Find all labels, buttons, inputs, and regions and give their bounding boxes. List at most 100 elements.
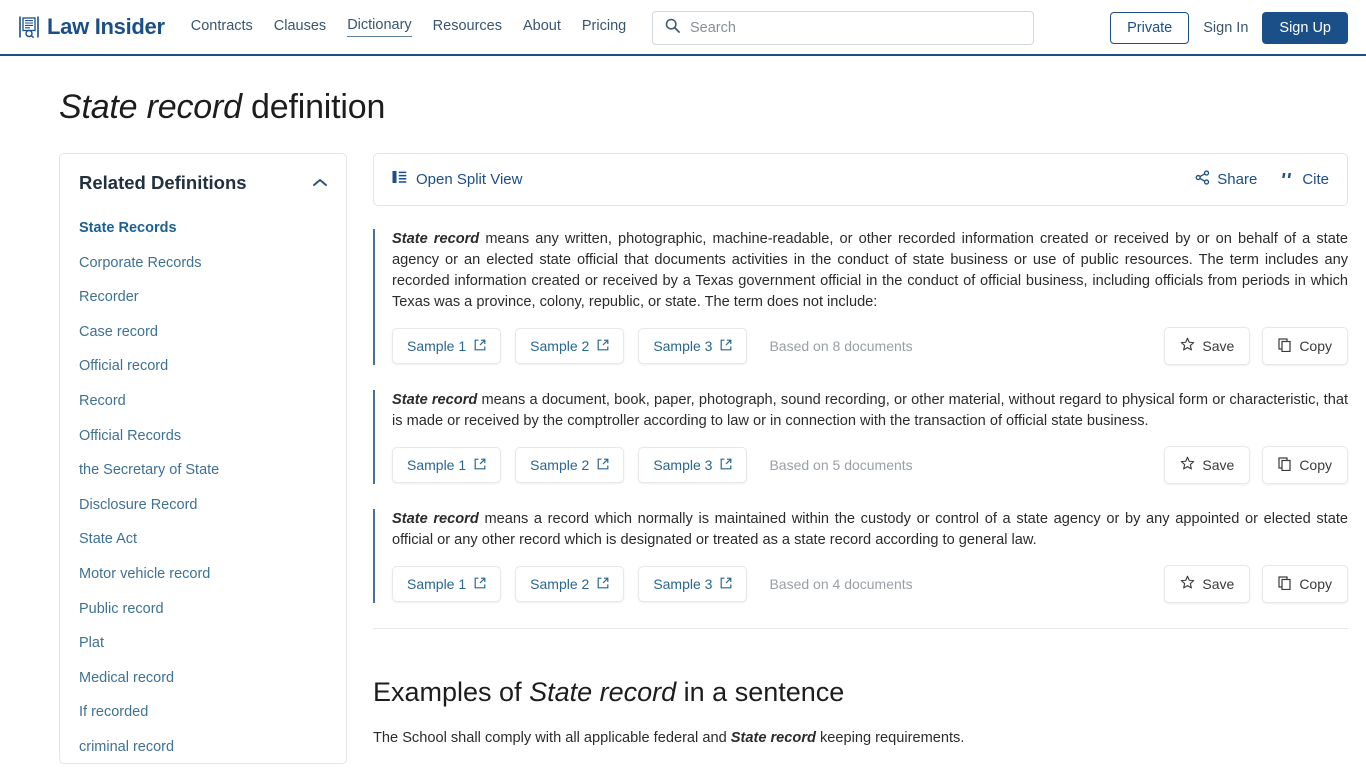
- examples-heading-prefix: Examples of: [373, 677, 530, 707]
- sample-label: Sample 2: [530, 576, 590, 592]
- share-icon: [1195, 169, 1210, 190]
- logo-text: Law Insider: [47, 14, 165, 39]
- external-link-icon: [474, 457, 486, 473]
- open-split-view-button[interactable]: Open Split View: [392, 170, 522, 190]
- nav-item-clauses[interactable]: Clauses: [274, 18, 326, 37]
- sidebar-item-secretary-of-state[interactable]: the Secretary of State: [60, 453, 346, 488]
- definition-body: means any written, photographic, machine…: [392, 231, 1348, 310]
- definition-actions: Sample 1 Sample 2 Sample 3 Based on 4 do…: [392, 565, 1348, 603]
- private-button[interactable]: Private: [1110, 12, 1190, 44]
- sample-3-button[interactable]: Sample 3: [638, 328, 748, 364]
- example-suffix: keeping requirements.: [815, 730, 965, 746]
- save-button[interactable]: Save: [1164, 327, 1251, 365]
- open-split-view-label: Open Split View: [416, 171, 523, 188]
- sidebar-item-recorder[interactable]: Recorder: [60, 280, 346, 315]
- sample-label: Sample 2: [530, 457, 590, 473]
- cite-button[interactable]: Cite: [1281, 170, 1329, 189]
- sample-1-button[interactable]: Sample 1: [392, 328, 502, 364]
- page-layout: Related Definitions State Records Corpor…: [0, 127, 1366, 764]
- examples-heading-term: State record: [529, 677, 677, 707]
- definition-term: State record: [392, 392, 478, 408]
- copy-button[interactable]: Copy: [1262, 565, 1348, 603]
- sidebar-item-state-act[interactable]: State Act: [60, 522, 346, 557]
- nav-item-about[interactable]: About: [523, 18, 561, 37]
- related-definitions-header[interactable]: Related Definitions: [60, 172, 346, 194]
- sample-links: Sample 1 Sample 2 Sample 3: [392, 328, 748, 364]
- nav-item-resources[interactable]: Resources: [433, 18, 502, 37]
- toolbar-actions: Share Cite: [1195, 169, 1329, 190]
- sample-label: Sample 3: [653, 576, 713, 592]
- definition-term: State record: [392, 511, 479, 527]
- star-icon: [1180, 337, 1195, 355]
- split-view-icon: [392, 170, 407, 190]
- star-icon: [1180, 456, 1195, 474]
- definition-toolbar: Open Split View Share Cite: [373, 153, 1348, 206]
- sample-2-button[interactable]: Sample 2: [515, 447, 625, 483]
- sample-label: Sample 1: [407, 338, 467, 354]
- example-prefix: The School shall comply with all applica…: [373, 730, 731, 746]
- star-icon: [1180, 575, 1195, 593]
- copy-label: Copy: [1299, 338, 1332, 354]
- definition-text: State record means a record which normal…: [392, 509, 1348, 551]
- sidebar-item-public-record[interactable]: Public record: [60, 592, 346, 627]
- save-button[interactable]: Save: [1164, 565, 1251, 603]
- copy-icon: [1278, 456, 1292, 474]
- examples-heading-suffix: in a sentence: [676, 677, 845, 707]
- sample-3-button[interactable]: Sample 3: [638, 447, 748, 483]
- copy-button[interactable]: Copy: [1262, 446, 1348, 484]
- related-definitions-title: Related Definitions: [79, 172, 247, 193]
- sidebar-item-official-records[interactable]: Official Records: [60, 419, 346, 454]
- save-label: Save: [1202, 457, 1235, 473]
- external-link-icon: [474, 576, 486, 592]
- sign-in-button[interactable]: Sign In: [1203, 20, 1248, 36]
- sample-label: Sample 3: [653, 457, 713, 473]
- sample-links: Sample 1 Sample 2 Sample 3: [392, 447, 748, 483]
- chevron-up-icon[interactable]: [313, 174, 327, 192]
- definition-actions: Sample 1 Sample 2 Sample 3 Based on 5 do…: [392, 446, 1348, 484]
- example-term: State record: [730, 730, 816, 746]
- save-button[interactable]: Save: [1164, 446, 1251, 484]
- sign-up-button[interactable]: Sign Up: [1262, 12, 1348, 44]
- copy-button[interactable]: Copy: [1262, 327, 1348, 365]
- nav-item-pricing[interactable]: Pricing: [582, 18, 626, 37]
- based-on-documents: Based on 8 documents: [769, 338, 913, 354]
- document-search-icon: [18, 15, 40, 39]
- external-link-icon: [597, 576, 609, 592]
- sidebar-item-if-recorded[interactable]: If recorded: [60, 695, 346, 730]
- search-box[interactable]: [652, 11, 1034, 45]
- based-on-documents: Based on 5 documents: [769, 457, 913, 473]
- nav-item-contracts[interactable]: Contracts: [191, 18, 253, 37]
- sidebar-item-medical-record[interactable]: Medical record: [60, 661, 346, 696]
- sample-2-button[interactable]: Sample 2: [515, 566, 625, 602]
- definition-side-actions: Save Copy: [1164, 446, 1348, 484]
- sidebar-item-criminal-record[interactable]: criminal record: [60, 730, 346, 763]
- sidebar-item-disclosure-record[interactable]: Disclosure Record: [60, 488, 346, 523]
- external-link-icon: [597, 338, 609, 354]
- based-on-documents: Based on 4 documents: [769, 576, 913, 592]
- sample-2-button[interactable]: Sample 2: [515, 328, 625, 364]
- sample-1-button[interactable]: Sample 1: [392, 566, 502, 602]
- sidebar-item-case-record[interactable]: Case record: [60, 315, 346, 350]
- definition-term: State record: [392, 231, 480, 247]
- sidebar-item-corporate-records[interactable]: Corporate Records: [60, 246, 346, 281]
- sidebar-item-record[interactable]: Record: [60, 384, 346, 419]
- sidebar-item-plat[interactable]: Plat: [60, 626, 346, 661]
- nav-item-dictionary[interactable]: Dictionary: [347, 17, 412, 37]
- copy-label: Copy: [1299, 576, 1332, 592]
- sidebar-item-state-records[interactable]: State Records: [60, 211, 346, 246]
- share-button[interactable]: Share: [1195, 169, 1257, 190]
- sample-label: Sample 1: [407, 576, 467, 592]
- page-title: State record definition: [59, 88, 1366, 127]
- header-actions: Private Sign In Sign Up: [1110, 0, 1348, 56]
- logo[interactable]: Law Insider: [18, 14, 165, 40]
- sidebar-item-motor-vehicle-record[interactable]: Motor vehicle record: [60, 557, 346, 592]
- sample-3-button[interactable]: Sample 3: [638, 566, 748, 602]
- definition-actions: Sample 1 Sample 2 Sample 3 Based on 8 do…: [392, 327, 1348, 365]
- sample-1-button[interactable]: Sample 1: [392, 447, 502, 483]
- related-definitions-panel: Related Definitions State Records Corpor…: [59, 153, 347, 764]
- save-label: Save: [1202, 576, 1235, 592]
- definition-text: State record means any written, photogra…: [392, 229, 1348, 313]
- search-input[interactable]: [690, 20, 1021, 36]
- related-definitions-list: State Records Corporate Records Recorder…: [60, 211, 346, 763]
- sidebar-item-official-record[interactable]: Official record: [60, 349, 346, 384]
